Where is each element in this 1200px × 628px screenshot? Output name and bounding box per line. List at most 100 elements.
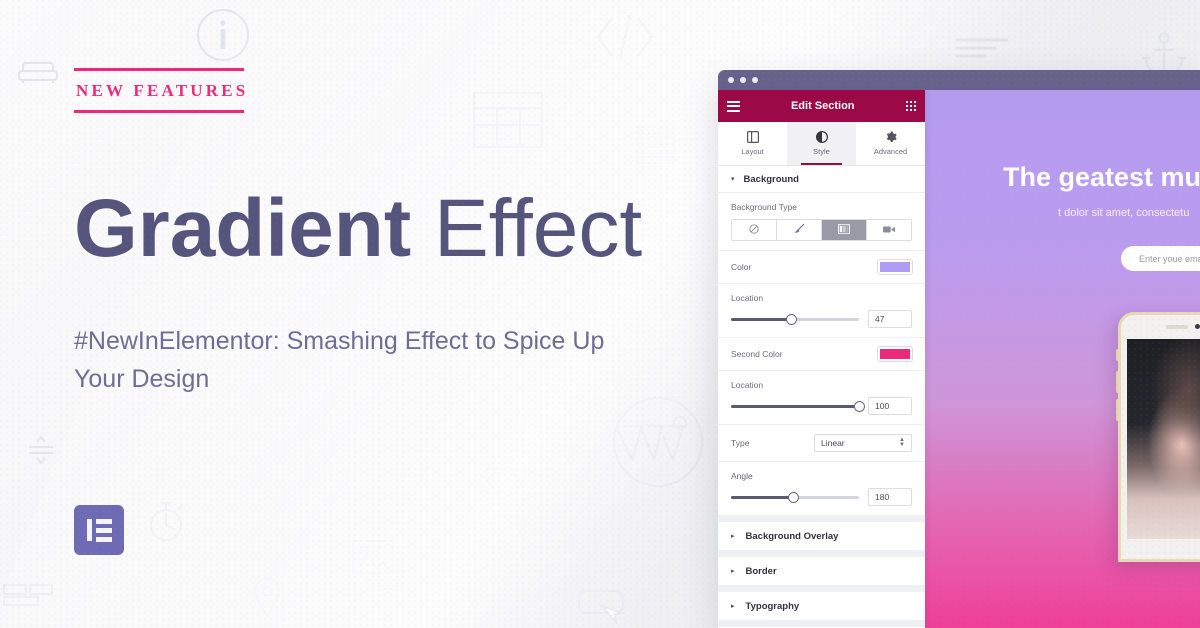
location-1-input[interactable]: 47 — [868, 310, 912, 328]
anchor-icon — [1140, 32, 1188, 78]
second-color-swatch[interactable] — [877, 346, 913, 362]
code-icon — [594, 12, 656, 62]
text-lines-icon — [955, 38, 1009, 64]
window-body: Edit Section Layout Style Advanced ▾ Bac… — [718, 90, 1200, 628]
preview-gradient-bleed — [925, 88, 1200, 628]
page-background: NEW FEATURES Gradient Effect #NewInEleme… — [0, 0, 1200, 628]
section-background-header[interactable]: ▾ Background — [718, 166, 925, 193]
field-angle: Angle 180 — [718, 462, 925, 515]
bar-list-icon — [636, 126, 676, 164]
background-type-label: Background Type — [731, 202, 797, 212]
second-color-label: Second Color — [731, 349, 783, 359]
info-icon — [196, 6, 250, 64]
tab-layout-label: Layout — [741, 147, 764, 156]
field-background-type: Background Type — [718, 193, 925, 251]
logo-bar-1 — [95, 518, 112, 524]
panel-scroll-area[interactable]: ▾ Background Background Type Color Locat… — [718, 166, 925, 628]
preview-subheading: t dolor sit amet, consectetu — [1058, 207, 1190, 219]
hamburger-icon[interactable] — [727, 100, 740, 112]
window-titlebar — [718, 70, 1200, 90]
window-close-dot[interactable] — [728, 77, 734, 83]
columns-icon — [746, 131, 759, 143]
field-location-2: Location 100 — [718, 371, 925, 425]
type-label: Type — [731, 438, 750, 448]
page-title-bold: Gradient — [74, 183, 412, 274]
location-1-slider[interactable] — [731, 313, 859, 325]
panel-title: Edit Section — [790, 100, 855, 112]
bg-type-video[interactable] — [867, 220, 911, 240]
location-1-knob[interactable] — [785, 313, 797, 325]
location-2-slider[interactable] — [731, 400, 865, 412]
location-2-input[interactable]: 100 — [868, 397, 912, 415]
logo-bar-2 — [95, 527, 112, 533]
chevron-updown-icon: ▲ ▼ — [899, 436, 905, 448]
location-2-knob[interactable] — [853, 400, 865, 412]
chevron-down-icon: ▾ — [731, 176, 735, 183]
chevrons-icon — [476, 462, 526, 500]
location-2-label: Location — [731, 380, 764, 390]
timer-icon — [146, 500, 186, 542]
video-camera-icon — [883, 221, 895, 239]
tab-advanced-label: Advanced — [873, 147, 908, 156]
phone-mute-switch — [1116, 349, 1118, 361]
accordion-typography[interactable]: ▸ Typography — [718, 592, 925, 620]
field-second-color: Second Color — [718, 338, 925, 371]
contrast-icon — [815, 131, 828, 143]
elementor-logo — [74, 505, 124, 555]
phone-volume-down — [1116, 399, 1118, 421]
chevron-right-icon: ▸ — [731, 603, 735, 610]
panel-tabs: Layout Style Advanced — [718, 122, 925, 166]
background-type-control — [731, 219, 912, 241]
window-maximize-dot[interactable] — [752, 77, 758, 83]
eyebrow-text: NEW FEATURES — [76, 81, 249, 100]
color-swatch[interactable] — [877, 259, 913, 275]
accordion-typography-label: Typography — [745, 600, 800, 612]
page-title-light: Effect — [433, 183, 643, 274]
toggle-icon — [3, 584, 53, 606]
pin-icon — [252, 578, 282, 616]
phone-screen-photo — [1127, 339, 1200, 539]
divider-icon — [28, 434, 54, 466]
window-minimize-dot[interactable] — [740, 77, 746, 83]
tab-style[interactable]: Style — [787, 122, 856, 165]
angle-slider[interactable] — [731, 491, 859, 503]
accordion-border-label: Border — [745, 565, 777, 577]
hero-content: NEW FEATURES Gradient Effect #NewInEleme… — [74, 0, 694, 628]
angle-input[interactable]: 180 — [868, 488, 912, 506]
type-select[interactable]: Linear ▲ ▼ — [814, 434, 912, 452]
accordion-background-overlay[interactable]: ▸ Background Overlay — [718, 522, 925, 550]
color-label: Color — [731, 262, 752, 272]
subheadline: #NewInElementor: Smashing Effect to Spic… — [74, 327, 605, 393]
editor-window: Edit Section Layout Style Advanced ▾ Bac… — [718, 70, 1200, 628]
tab-layout[interactable]: Layout — [718, 122, 787, 165]
phone-speaker — [1166, 325, 1188, 329]
accordion-border[interactable]: ▸ Border — [718, 557, 925, 585]
button-cursor-icon — [578, 590, 628, 624]
tab-advanced[interactable]: Advanced — [856, 122, 925, 165]
bg-type-classic[interactable] — [777, 220, 822, 240]
section-divider-3 — [718, 585, 925, 592]
field-location-1: Location 47 — [718, 284, 925, 338]
gallery-icon — [352, 540, 408, 590]
angle-knob[interactable] — [788, 491, 800, 503]
bg-type-none[interactable] — [732, 220, 777, 240]
eyebrow-badge: NEW FEATURES — [74, 68, 249, 113]
brush-icon — [794, 221, 805, 239]
preview-email-input[interactable]: Enter youe email — [1121, 246, 1200, 271]
phone-volume-up — [1116, 371, 1118, 393]
bg-type-gradient[interactable] — [822, 220, 867, 240]
background-sheen — [0, 0, 1200, 628]
gradient-icon — [838, 221, 850, 239]
phone-camera — [1195, 324, 1200, 329]
logo-vertical-bar — [86, 519, 92, 541]
tab-style-label: Style — [813, 147, 830, 156]
editor-panel: Edit Section Layout Style Advanced ▾ Bac… — [718, 90, 925, 628]
logo-bar-group — [95, 518, 112, 542]
logo-bar-3 — [95, 536, 112, 542]
grid-icon[interactable] — [905, 100, 916, 112]
live-preview[interactable]: The geatest mus t dolor sit amet, consec… — [925, 90, 1200, 628]
field-color: Color — [718, 251, 925, 284]
location-1-label: Location — [731, 293, 764, 303]
section-background-title: Background — [743, 173, 799, 185]
page-title: Gradient Effect — [74, 183, 643, 274]
